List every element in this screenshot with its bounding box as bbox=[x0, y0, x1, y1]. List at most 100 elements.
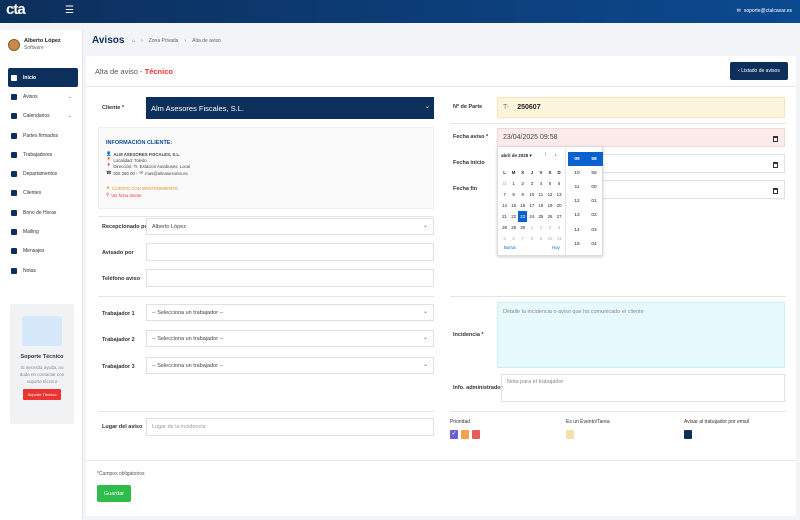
support-button[interactable]: Soporte Técnico bbox=[23, 389, 61, 400]
calendar-day[interactable]: 7 bbox=[500, 189, 509, 200]
calendar-day[interactable]: 21 bbox=[500, 211, 509, 222]
sidebar-item-notas[interactable]: Notas bbox=[8, 261, 78, 280]
calendar-day[interactable]: 14 bbox=[500, 200, 509, 211]
avisado-input[interactable] bbox=[146, 243, 434, 261]
hour-option[interactable]: 13 bbox=[568, 209, 586, 223]
calendar-day[interactable]: 18 bbox=[536, 200, 545, 211]
calendar-day[interactable]: 20 bbox=[555, 200, 564, 211]
sidebar-item-partes[interactable]: Partes firmados bbox=[8, 126, 78, 145]
calendar-day[interactable]: 19 bbox=[545, 200, 554, 211]
calendar-day[interactable]: 4 bbox=[536, 178, 545, 189]
calendar-day[interactable]: 2 bbox=[536, 222, 545, 233]
calendar-day[interactable]: 29 bbox=[509, 222, 518, 233]
calendar-day[interactable]: 17 bbox=[527, 200, 536, 211]
calendar-day[interactable]: 3 bbox=[545, 222, 554, 233]
trabajador3-select[interactable]: -- Selecciona un trabajador -- bbox=[146, 357, 434, 374]
calendar-day[interactable]: 11 bbox=[536, 189, 545, 200]
trabajador1-select[interactable]: -- Selecciona un trabajador -- bbox=[146, 304, 434, 321]
sidebar-item-departamentos[interactable]: Departamentos bbox=[8, 164, 78, 183]
datepicker-month[interactable]: abril de 2025 ▾ bbox=[501, 153, 532, 159]
minute-option[interactable]: 02 bbox=[585, 209, 603, 223]
calendar-day[interactable]: 27 bbox=[555, 211, 564, 222]
hour-option[interactable]: 14 bbox=[568, 223, 586, 237]
fecha-aviso-input[interactable]: 23/04/2025 09:58 bbox=[497, 128, 785, 147]
hour-option[interactable]: 09 bbox=[568, 152, 586, 167]
calendar-day[interactable]: 2 bbox=[518, 178, 527, 189]
sidebar-item-clientes[interactable]: Clientes bbox=[8, 184, 78, 203]
calendar-day[interactable]: 12 bbox=[545, 189, 554, 200]
calendar-day[interactable]: 31 bbox=[500, 178, 509, 189]
calendar-day[interactable]: 5 bbox=[545, 178, 554, 189]
recepcionado-select[interactable]: Alberto López bbox=[146, 218, 434, 235]
avisar-toggle[interactable] bbox=[684, 430, 692, 439]
minute-option[interactable]: 01 bbox=[585, 195, 603, 209]
calendar-day[interactable]: 30 bbox=[518, 222, 527, 233]
menu-toggle-icon[interactable]: ☰ bbox=[65, 5, 74, 16]
calendar-day[interactable]: 9 bbox=[518, 189, 527, 200]
calendar-day[interactable]: 9 bbox=[536, 233, 545, 244]
view-client-link[interactable]: ⚲ Ver ficha cliente bbox=[106, 192, 142, 198]
calendar-day[interactable]: 10 bbox=[545, 233, 554, 244]
user-profile[interactable]: Alberto López Software bbox=[8, 38, 61, 51]
sidebar-item-trabajadores[interactable]: Trabajadores bbox=[8, 145, 78, 164]
parte-input[interactable]: T- 250607 bbox=[497, 97, 785, 118]
sidebar-item-calendarios[interactable]: Calendarios ⌄ bbox=[8, 107, 78, 126]
calendar-day[interactable]: 13 bbox=[555, 189, 564, 200]
calendar-day[interactable]: 6 bbox=[555, 178, 564, 189]
hour-option[interactable]: 11 bbox=[568, 180, 586, 194]
calendar-day[interactable]: 28 bbox=[500, 222, 509, 233]
minute-option[interactable]: 03 bbox=[585, 223, 603, 237]
trabajador2-select[interactable]: -- Selecciona un trabajador -- bbox=[146, 330, 434, 347]
breadcrumb-item[interactable]: Zona Privada bbox=[149, 38, 179, 44]
hour-option[interactable]: 15 bbox=[568, 237, 586, 251]
info-admin-textarea[interactable]: Nota para el trabajador bbox=[501, 374, 785, 402]
arrow-up-icon[interactable]: ↑ bbox=[544, 152, 547, 158]
minute-option[interactable]: 58 bbox=[585, 152, 603, 167]
calendar-day[interactable]: 22 bbox=[509, 211, 518, 222]
sidebar-item-inicio[interactable]: Inicio bbox=[8, 68, 78, 88]
hour-option[interactable]: 10 bbox=[568, 166, 586, 180]
sidebar-item-mailing[interactable]: Mailing bbox=[8, 222, 78, 241]
priority-high-option[interactable] bbox=[472, 430, 480, 439]
list-avisos-button[interactable]: ‹ Listado de avisos bbox=[730, 62, 788, 80]
telefono-input[interactable] bbox=[146, 269, 434, 287]
incidencia-textarea[interactable]: Detalle la incidencia o aviso que ha com… bbox=[497, 302, 785, 368]
calendar-day[interactable]: 5 bbox=[500, 233, 509, 244]
calendar-icon[interactable] bbox=[773, 188, 778, 194]
minute-option[interactable]: 59 bbox=[585, 166, 603, 180]
calendar-day[interactable]: 1 bbox=[527, 222, 536, 233]
priority-medium-option[interactable] bbox=[461, 430, 469, 439]
calendar-day[interactable]: 16 bbox=[518, 200, 527, 211]
support-email[interactable]: ✉ soporte@ctalcasar.es bbox=[737, 8, 792, 14]
minute-option[interactable]: 04 bbox=[585, 237, 603, 251]
home-icon[interactable]: ⌂ bbox=[132, 38, 135, 44]
lugar-input[interactable]: Lugar de la incidencia bbox=[146, 418, 434, 436]
calendar-icon[interactable] bbox=[773, 162, 778, 168]
calendar-day[interactable]: 24 bbox=[527, 211, 536, 222]
sidebar-item-mensajes[interactable]: Mensajes bbox=[8, 242, 78, 261]
cliente-select[interactable]: Alm Asesores Fiscales, S.L. ⌄ bbox=[146, 97, 434, 119]
calendar-day[interactable]: 15 bbox=[509, 200, 518, 211]
sidebar-item-avisos[interactable]: Avisos ⌄ bbox=[8, 87, 78, 106]
evento-toggle[interactable] bbox=[566, 430, 574, 439]
calendar-day[interactable]: 8 bbox=[509, 189, 518, 200]
datepicker-clear[interactable]: Borrar bbox=[504, 245, 516, 250]
sidebar-item-bono[interactable]: Bono de Horas bbox=[8, 203, 78, 222]
calendar-day[interactable]: 4 bbox=[555, 222, 564, 233]
calendar-day[interactable]: 6 bbox=[509, 233, 518, 244]
hour-option[interactable]: 12 bbox=[568, 195, 586, 209]
calendar-icon[interactable] bbox=[773, 136, 778, 142]
calendar-day[interactable]: 25 bbox=[536, 211, 545, 222]
calendar-day[interactable]: 10 bbox=[527, 189, 536, 200]
calendar-day[interactable]: 11 bbox=[555, 233, 564, 244]
calendar-day[interactable]: 23 bbox=[518, 211, 528, 222]
calendar-day[interactable]: 8 bbox=[527, 233, 536, 244]
arrow-down-icon[interactable]: ↓ bbox=[554, 152, 557, 158]
calendar-day[interactable]: 3 bbox=[527, 178, 536, 189]
calendar-day[interactable]: 26 bbox=[545, 211, 554, 222]
minute-option[interactable]: 00 bbox=[585, 180, 603, 194]
app-logo[interactable]: cta bbox=[6, 2, 34, 19]
calendar-day[interactable]: 7 bbox=[518, 233, 527, 244]
calendar-day[interactable]: 1 bbox=[509, 178, 518, 189]
save-button[interactable]: Guardar bbox=[97, 485, 131, 502]
